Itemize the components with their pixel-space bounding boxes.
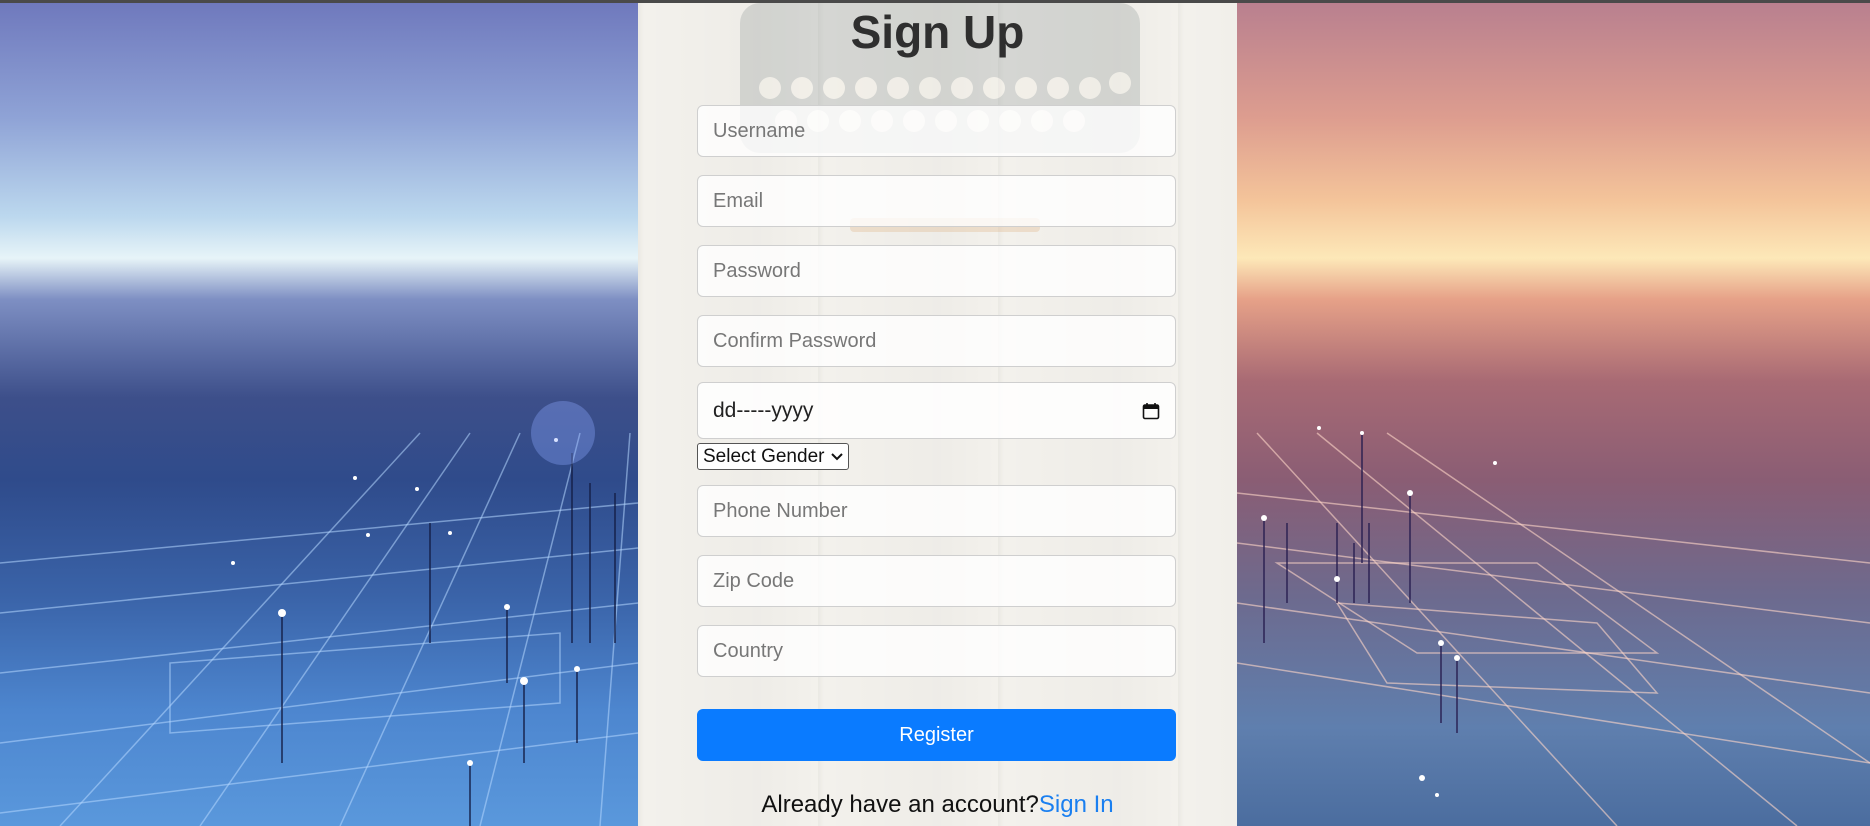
browser-top-edge (0, 0, 1870, 3)
date-placeholder: dd-----yyyy (713, 398, 814, 422)
zip-code-input[interactable] (697, 555, 1176, 607)
calendar-icon[interactable] (1142, 402, 1160, 420)
username-input[interactable] (697, 105, 1176, 157)
date-of-birth-input[interactable]: dd-----yyyy (697, 382, 1176, 439)
phone-number-input[interactable] (697, 485, 1176, 537)
background-image-left (0, 3, 638, 826)
register-button[interactable]: Register (697, 709, 1176, 761)
chevron-down-icon (831, 452, 844, 460)
gender-select-value: Select Gender (703, 445, 825, 467)
password-input[interactable] (697, 245, 1176, 297)
background-image-right (1237, 3, 1870, 826)
signin-prompt: Already have an account?Sign In (638, 791, 1237, 819)
digital-grid-illustration-right (1237, 426, 1870, 826)
page-title: Sign Up (850, 6, 1025, 58)
signup-panel: Sign Up dd-----yyyy Select Gender Regist… (638, 3, 1237, 826)
gender-select[interactable]: Select Gender (697, 443, 850, 470)
email-input[interactable] (697, 175, 1176, 227)
sign-in-link[interactable]: Sign In (1039, 791, 1114, 818)
digital-grid-illustration-left (0, 401, 638, 826)
country-input[interactable] (697, 625, 1176, 677)
confirm-password-input[interactable] (697, 315, 1176, 367)
account-prompt-text: Already have an account? (761, 791, 1039, 818)
